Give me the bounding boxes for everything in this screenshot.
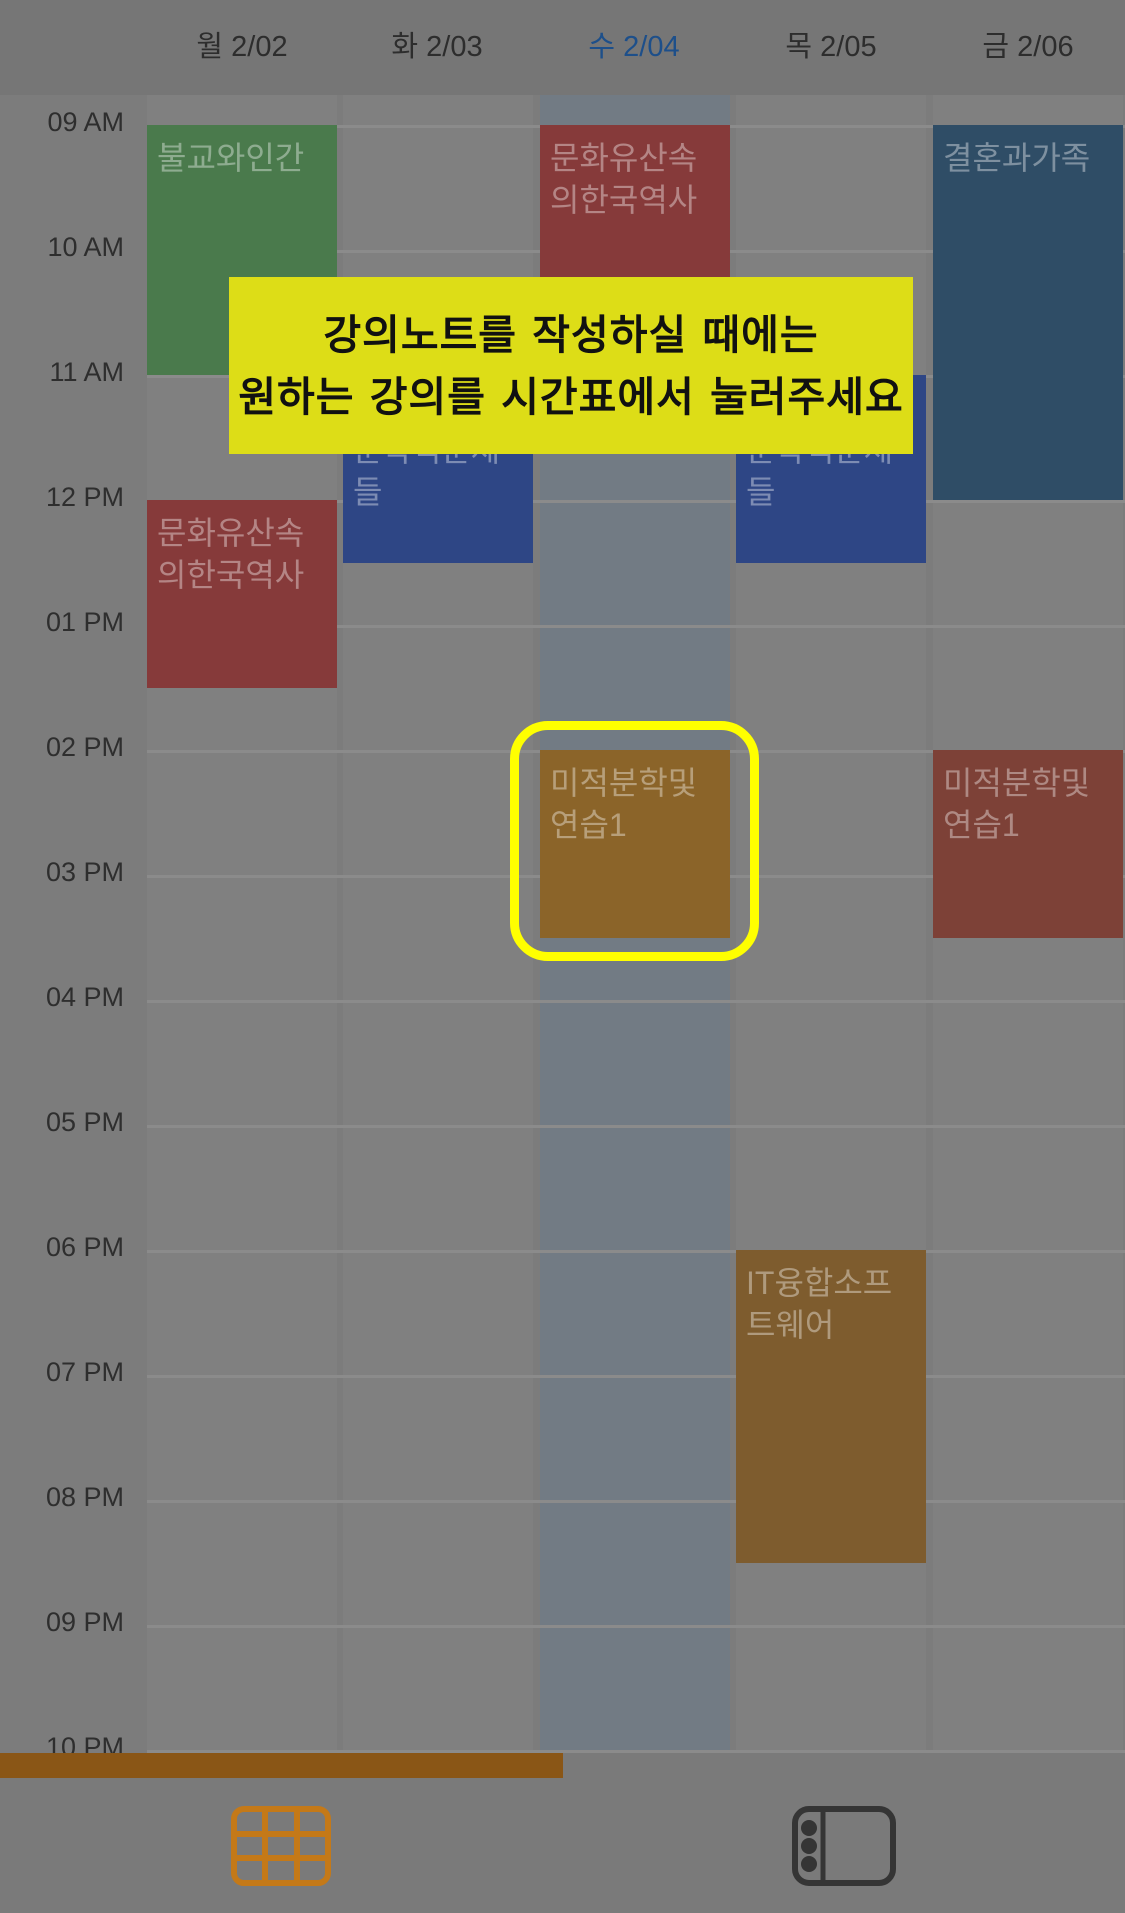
- week-header: 월 2/02 화 2/03 수 2/04 목 2/05 금 2/06: [0, 0, 1125, 95]
- hour-line: [147, 1500, 1125, 1503]
- time-label: 08 PM: [45, 1482, 124, 1512]
- class-block[interactable]: 결혼과가족: [933, 125, 1123, 500]
- tutorial-tooltip: 강의노트를 작성하실 때에는 원하는 강의를 시간표에서 눌러주세요: [229, 277, 913, 454]
- time-label: 12 PM: [45, 482, 124, 512]
- time-label: 09 AM: [47, 107, 124, 137]
- time-label: 07 PM: [45, 1357, 124, 1387]
- tab-list[interactable]: [563, 1778, 1125, 1913]
- class-block[interactable]: 미적분학및연습1: [933, 750, 1123, 938]
- hour-line: [147, 1250, 1125, 1253]
- tutorial-highlight-ring: [510, 721, 759, 961]
- hour-line: [147, 1625, 1125, 1628]
- time-label: 10 AM: [47, 232, 124, 262]
- tab-timetable[interactable]: [0, 1778, 562, 1913]
- day-header-2: 수 2/04: [588, 31, 680, 63]
- tooltip-line-2: 원하는 강의를 시간표에서 눌러주세요: [238, 372, 904, 421]
- time-label: 01 PM: [45, 607, 124, 637]
- class-block[interactable]: IT융합소프트웨어: [736, 1250, 926, 1563]
- grid-timetable-icon: [231, 1805, 331, 1886]
- day-header-4: 금 2/06: [982, 31, 1074, 63]
- time-label: 03 PM: [45, 857, 124, 887]
- time-label: 11 AM: [49, 357, 124, 387]
- time-label: 10 PM: [45, 1732, 124, 1753]
- day-header-1: 화 2/03: [391, 31, 483, 63]
- time-label: 02 PM: [45, 732, 124, 762]
- hour-line: [147, 1125, 1125, 1128]
- bottom-tab-bar: [0, 1778, 1125, 1913]
- day-header-3: 목 2/05: [785, 31, 877, 63]
- time-label: 09 PM: [45, 1607, 124, 1637]
- progress-bar: [0, 1753, 1125, 1778]
- progress-fill: [0, 1753, 563, 1778]
- hour-line: [147, 1000, 1125, 1003]
- class-block[interactable]: 문화유산속의한국역사: [147, 500, 337, 688]
- time-label: 04 PM: [45, 982, 124, 1012]
- hour-line: [147, 1375, 1125, 1378]
- day-header-0: 월 2/02: [196, 31, 288, 63]
- time-label: 05 PM: [45, 1107, 124, 1137]
- tooltip-line-1: 강의노트를 작성하실 때에는: [323, 310, 819, 359]
- time-label: 06 PM: [45, 1232, 124, 1262]
- list-view-icon: [792, 1805, 896, 1886]
